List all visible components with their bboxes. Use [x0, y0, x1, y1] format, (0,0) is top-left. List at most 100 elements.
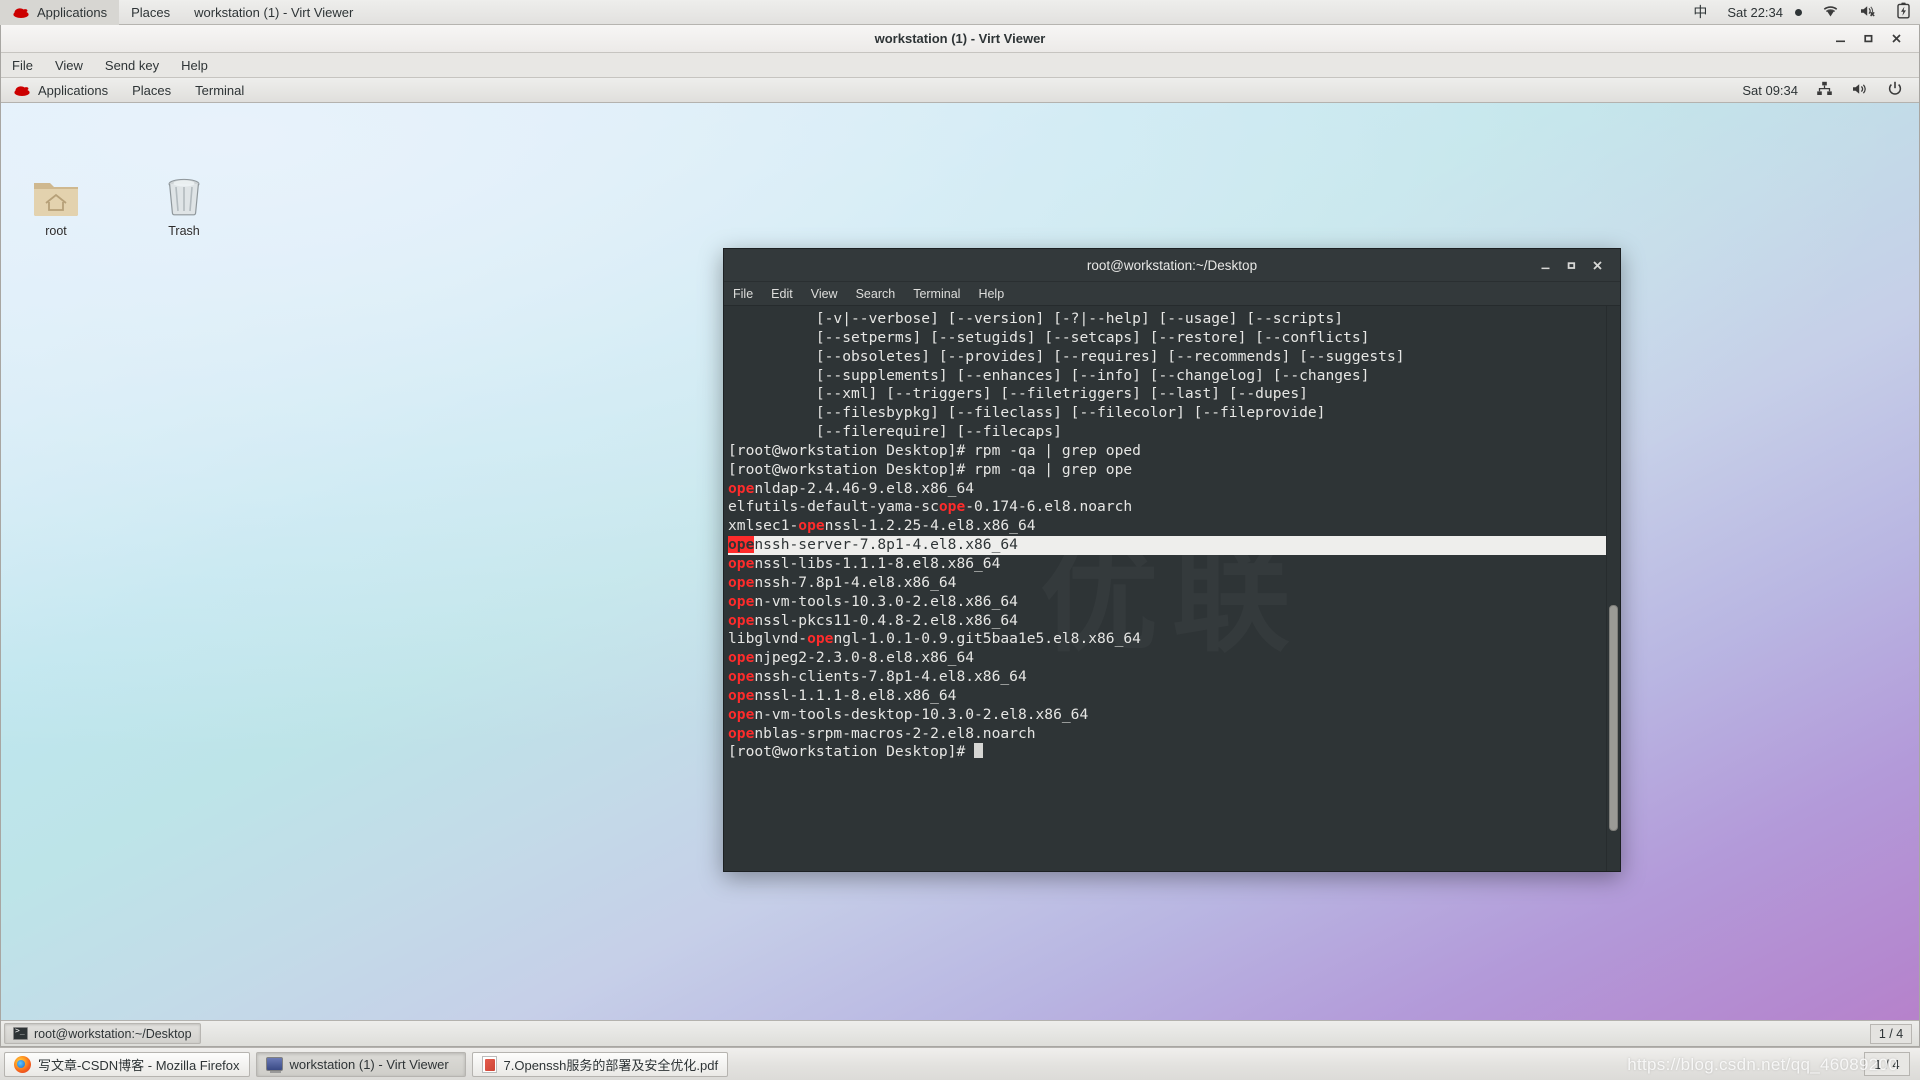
host-workspace-label: 1 / 4	[1874, 1056, 1900, 1072]
vv-menu-view-label: View	[54, 57, 83, 73]
terminal-menu-edit-label: Edit	[771, 286, 793, 301]
terminal-line: [--filerequire] [--filecaps]	[728, 423, 1062, 441]
terminal-menu-help[interactable]: Help	[969, 282, 1013, 306]
wifi-indicator[interactable]	[1812, 0, 1849, 25]
guest-taskbar-button-terminal[interactable]: root@workstation:~/Desktop	[4, 1023, 201, 1044]
guest-applications-menu[interactable]: Applications	[1, 78, 120, 103]
desktop-icon-root[interactable]: root	[13, 166, 99, 238]
vv-menu-send-key-label: Send key	[104, 57, 160, 73]
vv-menu-help[interactable]: Help	[170, 53, 219, 78]
host-tray: 中 Sat 22:34	[1683, 0, 1920, 25]
host-taskbar-button-virt-viewer[interactable]: workstation (1) - Virt Viewer	[255, 1051, 466, 1077]
terminal-titlebar[interactable]: root@workstation:~/Desktop	[724, 249, 1620, 282]
guest-workspace-indicator[interactable]: 1 / 4	[1870, 1023, 1912, 1044]
guest-places-label: Places	[132, 82, 172, 98]
host-taskbar-button-pdf-label: 7.Openssh服务的部署及安全优化.pdf	[503, 1057, 719, 1073]
terminal-menu-search[interactable]: Search	[847, 282, 905, 306]
host-active-window-text: workstation (1) - Virt Viewer	[194, 4, 354, 20]
host-applications-label: Applications	[37, 4, 108, 20]
terminal-lines: [-v|--verbose] [--version] [-?|--help] […	[724, 310, 1620, 762]
guest-network-indicator[interactable]	[1808, 78, 1841, 103]
guest-active-window-text: Terminal	[195, 82, 245, 98]
terminal-scrollbar[interactable]	[1606, 306, 1620, 871]
terminal-line: openssh-server-7.8p1-4.el8.x86_64	[728, 536, 1620, 555]
guest-taskbar-button-terminal-label: root@workstation:~/Desktop	[34, 1026, 192, 1041]
terminal-scrollbar-thumb[interactable]	[1609, 605, 1618, 831]
terminal-line: [-v|--verbose] [--version] [-?|--help] […	[728, 310, 1344, 327]
volume-indicator[interactable]	[1849, 0, 1887, 25]
guest-clock[interactable]: Sat 09:34	[1734, 78, 1806, 103]
terminal-line: [--obsoletes] [--provides] [--requires] …	[728, 347, 1405, 365]
terminal-line: openssl-1.1.1-8.el8.x86_64	[728, 686, 957, 704]
vv-menu-send-key[interactable]: Send key	[94, 53, 170, 78]
terminal-icon	[13, 1026, 28, 1040]
host-taskbar-button-virt-viewer-label: workstation (1) - Virt Viewer	[289, 1056, 449, 1072]
guest-top-panel: Applications Places Terminal Sat 09:34	[1, 78, 1919, 103]
terminal-menu-search-label: Search	[855, 286, 896, 301]
terminal-menu-edit[interactable]: Edit	[762, 282, 802, 306]
vv-menu-file[interactable]: File	[1, 53, 44, 78]
battery-charging-icon	[1897, 2, 1910, 22]
ime-indicator[interactable]: 中	[1683, 0, 1717, 25]
host-taskbar-button-firefox[interactable]: 写文章-CSDN博客 - Mozilla Firefox	[4, 1051, 250, 1077]
battery-indicator[interactable]	[1887, 0, 1920, 25]
terminal-menu-view[interactable]: View	[802, 282, 847, 306]
speaker-icon	[1851, 82, 1869, 99]
terminal-line: openssh-7.8p1-4.el8.x86_64	[728, 573, 957, 591]
vv-menu-help-label: Help	[181, 57, 208, 73]
pdf-icon	[481, 1055, 497, 1073]
terminal-line: openblas-srpm-macros-2-2.el8.noarch	[728, 724, 1036, 742]
terminal-window-controls	[1534, 254, 1620, 276]
desktop-icon-root-label: root	[45, 224, 67, 238]
maximize-button[interactable]	[1855, 28, 1881, 50]
firefox-icon	[14, 1055, 31, 1073]
terminal-output-area[interactable]: 优联 [-v|--verbose] [--version] [-?|--help…	[724, 306, 1620, 871]
guest-workspace-label: 1 / 4	[1878, 1026, 1904, 1041]
terminal-line: open-vm-tools-desktop-10.3.0-2.el8.x86_6…	[728, 705, 1089, 723]
terminal-menu-view-label: View	[810, 286, 838, 301]
terminal-menu-terminal[interactable]: Terminal	[904, 282, 969, 306]
redhat-logo-icon	[12, 6, 30, 19]
virt-viewer-titlebar[interactable]: workstation (1) - Virt Viewer	[1, 25, 1919, 53]
terminal-menu-terminal-label: Terminal	[913, 286, 961, 301]
virt-viewer-icon	[265, 1057, 283, 1073]
terminal-maximize-button[interactable]	[1560, 254, 1582, 276]
vv-menu-view[interactable]: View	[44, 53, 94, 78]
desktop-icon-trash-label: Trash	[168, 224, 200, 238]
terminal-line: openssh-clients-7.8p1-4.el8.x86_64	[728, 668, 1027, 686]
guest-volume-indicator[interactable]	[1843, 78, 1877, 103]
host-applications-menu[interactable]: Applications	[0, 0, 120, 25]
terminal-line: openssl-libs-1.1.1-8.el8.x86_64	[728, 554, 1001, 572]
terminal-line: [--xml] [--triggers] [--filetriggers] [-…	[728, 385, 1308, 403]
virt-viewer-window: workstation (1) - Virt Viewer File View …	[0, 25, 1920, 1047]
host-taskbar-button-pdf[interactable]: 7.Openssh服务的部署及安全优化.pdf	[471, 1051, 729, 1077]
terminal-close-button[interactable]	[1586, 254, 1608, 276]
close-button[interactable]	[1883, 28, 1909, 50]
terminal-line: elfutils-default-yama-scope-0.174-6.el8.…	[728, 498, 1133, 516]
minimize-button[interactable]	[1827, 28, 1853, 50]
virt-viewer-window-controls	[1827, 28, 1919, 50]
power-icon	[1887, 81, 1903, 100]
terminal-line: open-vm-tools-10.3.0-2.el8.x86_64	[728, 592, 1018, 610]
host-taskbar-button-firefox-label: 写文章-CSDN博客 - Mozilla Firefox	[38, 1057, 240, 1073]
host-clock[interactable]: Sat 22:34	[1717, 0, 1812, 25]
guest-desktop: Applications Places Terminal Sat 09:34 r…	[1, 78, 1919, 1046]
terminal-minimize-button[interactable]	[1534, 254, 1556, 276]
wifi-icon	[1822, 4, 1839, 21]
terminal-menubar: File Edit View Search Terminal Help	[724, 282, 1620, 306]
host-active-window-label[interactable]: workstation (1) - Virt Viewer	[182, 0, 365, 25]
guest-power-menu[interactable]	[1879, 78, 1911, 103]
notification-dot-icon	[1795, 8, 1802, 16]
terminal-line: xmlsec1-openssl-1.2.25-4.el8.x86_64	[728, 517, 1036, 535]
terminal-menu-file[interactable]: File	[724, 282, 762, 306]
virt-viewer-title: workstation (1) - Virt Viewer	[874, 31, 1046, 46]
host-top-panel: Applications Places workstation (1) - Vi…	[0, 0, 1920, 25]
host-places-menu[interactable]: Places	[119, 0, 182, 25]
terminal-line: [--supplements] [--enhances] [--info] [-…	[728, 366, 1370, 384]
terminal-line: libglvnd-opengl-1.0.1-0.9.git5baa1e5.el8…	[728, 630, 1141, 648]
host-workspace-indicator[interactable]: 1 / 4	[1864, 1052, 1910, 1076]
desktop-icon-trash[interactable]: Trash	[141, 166, 227, 238]
guest-places-menu[interactable]: Places	[120, 78, 183, 103]
guest-active-window-label[interactable]: Terminal	[183, 78, 256, 103]
terminal-line: [root@workstation Desktop]# rpm -qa | gr…	[728, 441, 1141, 459]
